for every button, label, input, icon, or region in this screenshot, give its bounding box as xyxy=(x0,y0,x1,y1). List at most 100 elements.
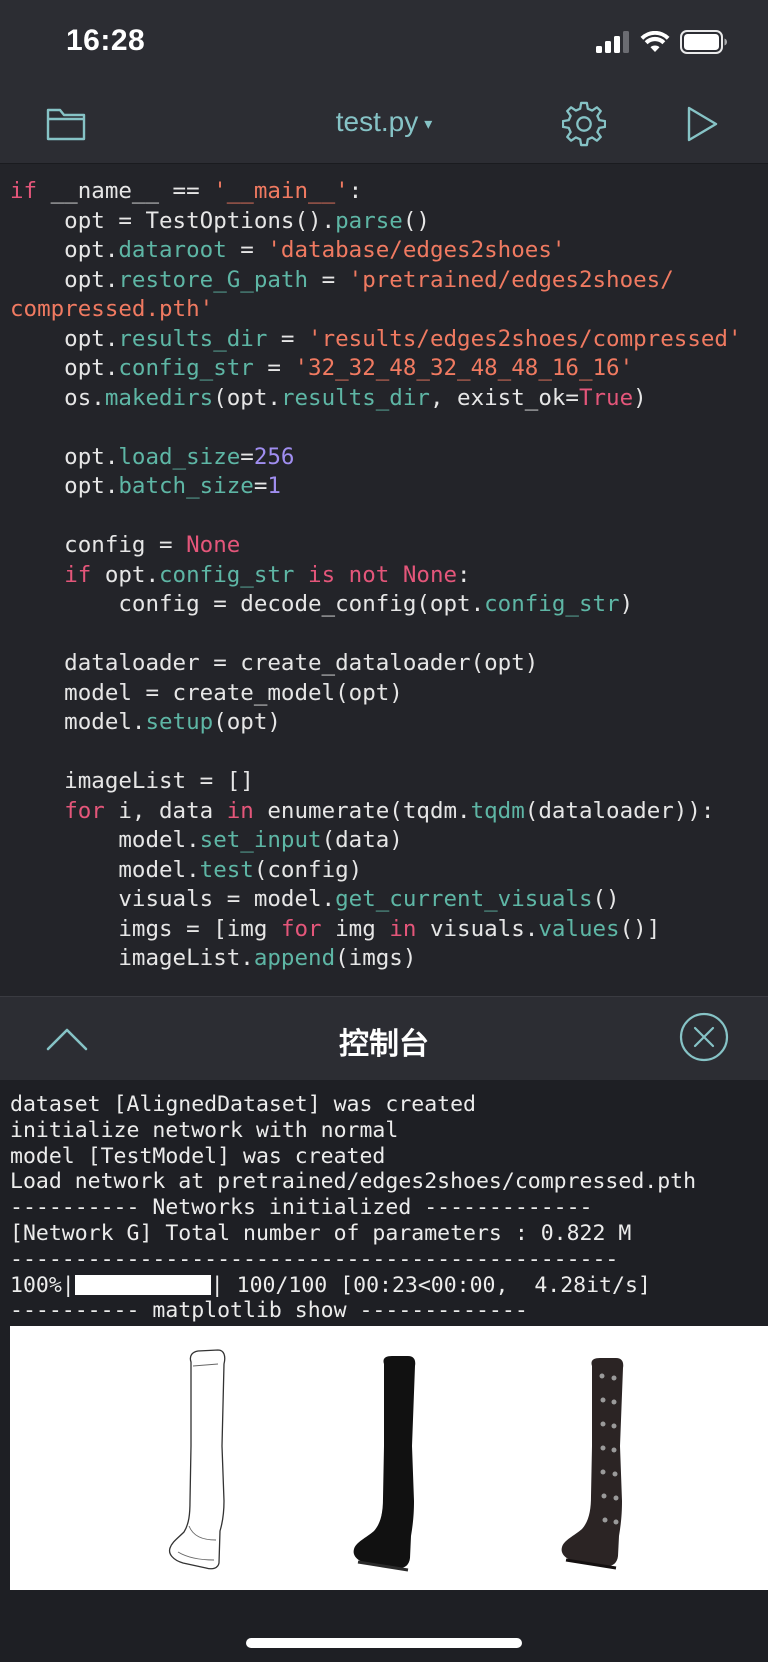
code-editor[interactable]: if __name__ == '__main__': opt = TestOpt… xyxy=(0,164,768,996)
code-token: ()] xyxy=(619,915,661,942)
code-token: (data) xyxy=(321,827,403,853)
code-line: dataloader = create_dataloader(opt) xyxy=(0,649,768,679)
code-token: i, data xyxy=(104,797,227,824)
code-token: (dataloader)): xyxy=(524,797,715,824)
code-token: config_str xyxy=(118,355,254,381)
code-line: opt.batch_size=1 xyxy=(0,472,768,502)
code-token: opt. xyxy=(10,473,119,499)
boot-generated-image xyxy=(353,1356,416,1572)
code-token: for xyxy=(280,915,322,942)
file-title[interactable]: test.py ▾ xyxy=(0,106,768,138)
code-line: config = decode_config(opt.config_str) xyxy=(0,590,768,620)
code-line: opt.load_size=256 xyxy=(0,443,768,473)
code-line: opt.config_str = '32_32_48_32_48_48_16_1… xyxy=(0,354,768,384)
editor-toolbar: test.py ▾ xyxy=(0,84,768,164)
code-token: opt. xyxy=(10,237,119,263)
code-token: (config) xyxy=(253,856,363,883)
console-line: Load network at pretrained/edges2shoes/c… xyxy=(10,1169,697,1195)
run-button[interactable] xyxy=(680,102,724,146)
code-token: = xyxy=(253,355,295,381)
code-token: set_input xyxy=(199,827,322,853)
home-indicator[interactable] xyxy=(246,1638,522,1648)
code-token: os. xyxy=(10,384,105,411)
code-token: '32_32_48_32_48_48_16_16' xyxy=(294,355,634,381)
code-line: compressed.pth' xyxy=(0,295,768,325)
code-token: = xyxy=(267,325,309,352)
code-token: imageList = [] xyxy=(10,768,254,794)
code-line: imgs = [img for img in visuals.values()] xyxy=(0,915,768,945)
code-token: : xyxy=(348,178,363,204)
console-log: dataset [AlignedDataset] was created init… xyxy=(0,1092,768,1273)
code-line: if opt.config_str is not None: xyxy=(0,561,768,591)
close-circle-icon xyxy=(679,1012,729,1062)
console-header: 控制台 xyxy=(0,996,768,1080)
code-token: in xyxy=(226,797,254,824)
code-token: imgs = [img xyxy=(10,915,281,942)
progress-percent: 100%| xyxy=(10,1272,75,1298)
code-token: 256 xyxy=(253,443,295,470)
wifi-icon xyxy=(640,31,670,52)
code-token: load_size xyxy=(118,443,241,470)
status-time: 16:28 xyxy=(66,24,146,57)
status-icons xyxy=(596,28,728,56)
code-token: makedirs xyxy=(104,384,214,411)
code-line: os.makedirs(opt.results_dir, exist_ok=Tr… xyxy=(0,384,768,414)
console-line: [Network G] Total number of parameters :… xyxy=(10,1220,632,1246)
console-line: model [TestModel] was created xyxy=(10,1143,386,1169)
cellular-signal-icon xyxy=(596,31,629,53)
code-token: config = xyxy=(10,532,187,558)
code-token: opt. xyxy=(10,355,119,381)
code-token: __name__ == xyxy=(37,178,214,204)
battery-icon xyxy=(680,30,727,54)
code-token: 'pretrained/edges2shoes/ xyxy=(348,266,674,293)
code-line: model = create_model(opt) xyxy=(0,679,768,709)
code-line: imageList.append(imgs) xyxy=(0,944,768,974)
code-token: if xyxy=(64,561,92,588)
code-token: append xyxy=(253,945,336,971)
code-token: setup xyxy=(145,709,214,735)
code-token: if xyxy=(10,178,38,204)
chevron-down-icon: ▾ xyxy=(424,115,433,133)
code-token: (opt. xyxy=(213,384,281,411)
code-token: opt. xyxy=(10,443,119,470)
code-token: model. xyxy=(10,856,200,883)
console-line: ---------- Networks initialized --------… xyxy=(10,1195,593,1221)
code-token: values xyxy=(538,915,620,942)
console-close-button[interactable] xyxy=(678,1011,730,1063)
code-token: , exist_ok= xyxy=(429,384,579,411)
code-token: ) xyxy=(619,591,634,617)
code-token: in xyxy=(389,915,417,942)
console-line: ---------- matplotlib show ------------- xyxy=(10,1298,528,1324)
code-token: : xyxy=(457,561,471,588)
code-line: imageList = [] xyxy=(0,767,768,797)
code-line: model.test(config) xyxy=(0,856,768,886)
console-title: 控制台 xyxy=(339,1028,429,1061)
settings-button[interactable] xyxy=(562,101,606,147)
code-line: opt.dataroot = 'database/edges2shoes' xyxy=(0,236,768,266)
code-token: dataroot xyxy=(118,237,227,263)
matplotlib-output-image xyxy=(10,1326,768,1590)
code-line: opt.results_dir = 'results/edges2shoes/c… xyxy=(0,325,768,355)
code-token: 'results/edges2shoes/compressed' xyxy=(308,325,742,352)
code-token: () xyxy=(592,886,620,912)
code-token: batch_size xyxy=(118,473,254,499)
code-token: parse xyxy=(335,207,403,234)
code-token: True xyxy=(578,384,634,411)
console-line: initialize network with normal xyxy=(10,1117,399,1143)
code-token: enumerate(tqdm. xyxy=(253,797,471,824)
code-token: config_str xyxy=(484,591,620,617)
code-token: opt. xyxy=(91,561,160,588)
code-token: = xyxy=(308,266,349,293)
code-token: get_current_visuals xyxy=(335,886,593,912)
progress-bar xyxy=(74,1274,211,1295)
file-name: test.py xyxy=(335,106,419,137)
code-token: for xyxy=(64,797,105,824)
code-token: None xyxy=(186,532,241,558)
code-token: visuals. xyxy=(416,915,539,942)
console-line: dataset [AlignedDataset] was created xyxy=(10,1092,476,1117)
